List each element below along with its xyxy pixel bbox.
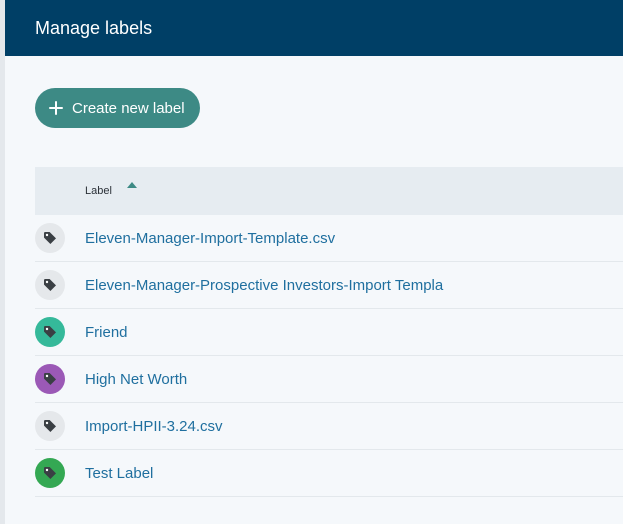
- table-row[interactable]: Friend: [35, 309, 623, 356]
- label-name-link[interactable]: Eleven-Manager-Import-Template.csv: [85, 230, 335, 247]
- label-color-badge: [35, 458, 65, 488]
- table-row[interactable]: Eleven-Manager-Prospective Investors-Imp…: [35, 262, 623, 309]
- table-row[interactable]: Import-HPII-3.24.csv: [35, 403, 623, 450]
- create-new-label-button[interactable]: Create new label: [35, 88, 200, 128]
- label-name-link[interactable]: Eleven-Manager-Prospective Investors-Imp…: [85, 277, 443, 294]
- label-color-badge: [35, 317, 65, 347]
- tag-icon: [44, 232, 56, 244]
- manage-labels-panel: Manage labels Create new label Label Ele…: [5, 0, 623, 524]
- label-name-link[interactable]: Import-HPII-3.24.csv: [85, 418, 223, 435]
- label-color-badge: [35, 223, 65, 253]
- tag-icon: [44, 279, 56, 291]
- page-title: Manage labels: [35, 17, 153, 38]
- tag-icon: [44, 420, 56, 432]
- caret-up-icon[interactable]: [126, 181, 138, 189]
- tag-icon: [44, 373, 56, 385]
- label-name-link[interactable]: Friend: [85, 324, 128, 341]
- label-color-badge: [35, 364, 65, 394]
- table-row[interactable]: High Net Worth: [35, 356, 623, 403]
- table-row[interactable]: Eleven-Manager-Import-Template.csv: [35, 215, 623, 262]
- label-name-link[interactable]: High Net Worth: [85, 371, 187, 388]
- panel-header: Manage labels: [5, 0, 623, 56]
- tag-icon: [44, 326, 56, 338]
- column-header-label[interactable]: Label: [85, 185, 112, 197]
- label-color-badge: [35, 270, 65, 300]
- table-row[interactable]: Test Label: [35, 450, 623, 497]
- label-name-link[interactable]: Test Label: [85, 465, 153, 482]
- label-color-badge: [35, 411, 65, 441]
- create-new-label-text: Create new label: [72, 99, 185, 117]
- tag-icon: [44, 467, 56, 479]
- table-header: Label: [35, 167, 623, 215]
- labels-table: Label Eleven-Manager-Import-Template.csv…: [35, 167, 623, 497]
- plus-icon: [49, 101, 63, 115]
- table-body: Eleven-Manager-Import-Template.csv Eleve…: [35, 215, 623, 497]
